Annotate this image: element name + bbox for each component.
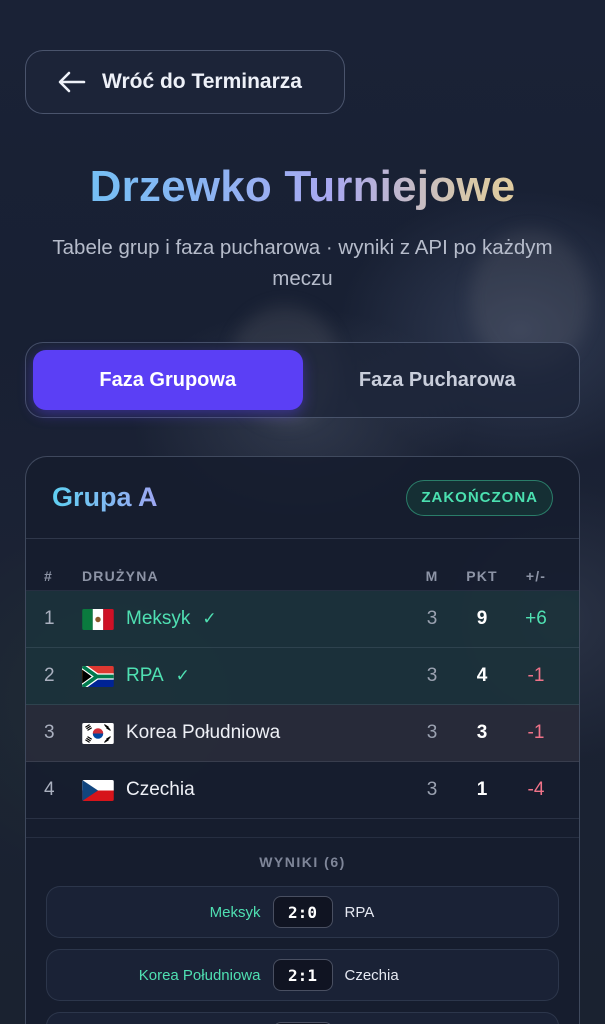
match-home-team: Korea Południowa (138, 966, 261, 984)
back-to-schedule-button[interactable]: Wróć do Terminarza (25, 50, 345, 114)
row-points: 4 (476, 665, 488, 686)
tab-knockout-stage[interactable]: Faza Pucharowa (303, 350, 573, 410)
qualified-check-icon: ✓ (175, 666, 190, 685)
mexico-flag-icon (82, 608, 114, 630)
match-away-team: Czechia (344, 966, 399, 984)
row-goal-diff: -4 (527, 779, 545, 800)
south-korea-flag-icon (82, 722, 114, 744)
match-score: 2:0 (272, 896, 333, 928)
row-goal-diff: +6 (525, 608, 547, 629)
col-goal-diff: +/- (525, 568, 547, 584)
row-team: RPA ✓ (82, 665, 402, 687)
col-matches: M (425, 568, 439, 584)
match-away-team: RPA (344, 903, 375, 921)
back-button-label: Wróć do Terminarza (102, 70, 302, 93)
arrow-left-icon (58, 71, 86, 93)
row-points: 1 (476, 779, 488, 800)
team-name: RPA (126, 665, 164, 686)
divider (26, 837, 579, 838)
row-points: 9 (476, 608, 488, 629)
south-africa-flag-icon (82, 665, 114, 687)
status-badge: ZAKOŃCZONA (406, 479, 553, 516)
row-matches: 3 (426, 722, 438, 743)
row-points: 3 (476, 722, 488, 743)
match-home-team: Meksyk (209, 903, 261, 921)
row-team: Czechia (82, 779, 402, 801)
col-points: PKT (466, 568, 498, 584)
page: Wróć do Terminarza Drzewko Turniejowe Ta… (0, 0, 605, 1024)
group-card-header: Grupa A ZAKOŃCZONA (26, 457, 579, 539)
row-goal-diff: -1 (527, 665, 545, 686)
team-name: Korea Południowa (126, 722, 281, 743)
page-title: Drzewko Turniejowe (0, 162, 605, 212)
row-team: Korea Południowa (82, 722, 402, 744)
row-matches: 3 (426, 608, 438, 629)
group-title: Grupa A (52, 482, 158, 512)
team-name: Czechia (126, 779, 195, 800)
table-row[interactable]: 1 Meksyk ✓ 3 9 +6 (26, 591, 579, 648)
match-result[interactable]: Korea Południowa 2:1 Czechia (46, 949, 559, 1001)
row-goal-diff: -1 (527, 722, 545, 743)
table-header: # DRUŻYNA M PKT +/- (26, 539, 579, 591)
qualified-check-icon: ✓ (202, 609, 217, 628)
row-position: 2 (44, 665, 55, 686)
page-subtitle: Tabele grup i faza pucharowa · wyniki z … (52, 236, 553, 290)
row-matches: 3 (426, 779, 438, 800)
standings-table: # DRUŻYNA M PKT +/- 1 Meksyk ✓ 3 9 +6 2 … (26, 539, 579, 819)
match-result[interactable]: Meksyk 2:0 RPA (46, 886, 559, 938)
row-team: Meksyk ✓ (82, 608, 402, 630)
row-position: 3 (44, 722, 55, 743)
table-row[interactable]: 2 RPA ✓ 3 4 -1 (26, 648, 579, 705)
match-result[interactable] (46, 1012, 559, 1024)
table-row[interactable]: 3 Korea Południowa 3 3 -1 (26, 705, 579, 762)
row-position: 4 (44, 779, 55, 800)
results-label: WYNIKI (6) (259, 854, 346, 870)
row-matches: 3 (426, 665, 438, 686)
group-card: Grupa A ZAKOŃCZONA # DRUŻYNA M PKT +/- 1 (25, 456, 580, 1024)
row-position: 1 (44, 608, 55, 629)
table-row[interactable]: 4 Czechia 3 1 -4 (26, 762, 579, 819)
team-name: Meksyk (126, 608, 191, 629)
czechia-flag-icon (82, 779, 114, 801)
col-team: DRUŻYNA (82, 568, 159, 584)
phase-tabs: Faza Grupowa Faza Pucharowa (25, 342, 580, 418)
col-position: # (44, 568, 53, 584)
tab-group-stage[interactable]: Faza Grupowa (33, 350, 303, 410)
match-score: 2:1 (272, 959, 333, 991)
